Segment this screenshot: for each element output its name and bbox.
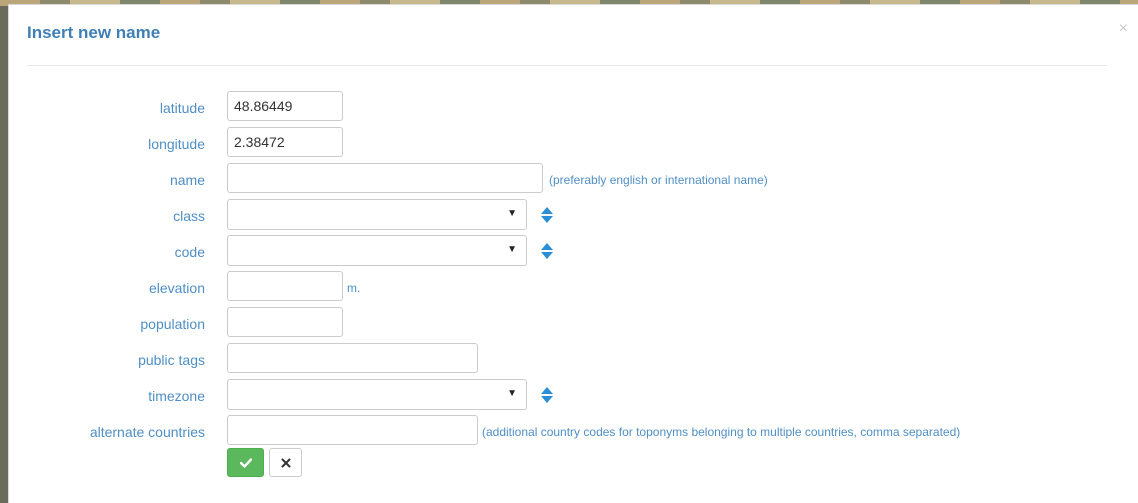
class-select[interactable]: ▼: [227, 199, 527, 230]
timezone-label: timezone: [148, 388, 205, 404]
close-button[interactable]: ×: [1119, 21, 1128, 37]
caret-down-icon: ▼: [507, 388, 517, 399]
name-label: name: [169, 172, 205, 188]
code-select[interactable]: ▼: [227, 235, 527, 266]
save-button[interactable]: [227, 448, 264, 477]
sort-icon[interactable]: [541, 387, 553, 403]
class-label: class: [173, 208, 205, 224]
population-input[interactable]: [227, 307, 343, 337]
elevation-unit: m.: [347, 281, 361, 295]
elevation-input[interactable]: [227, 271, 343, 301]
code-label: code: [174, 244, 205, 260]
check-icon: [239, 457, 252, 468]
alternate-countries-input[interactable]: [227, 415, 478, 445]
alternate-countries-label: alternate countries: [89, 424, 205, 440]
name-input[interactable]: [227, 163, 543, 193]
sort-icon[interactable]: [541, 207, 553, 223]
latitude-input[interactable]: [227, 91, 343, 121]
name-hint: (preferably english or international nam…: [549, 173, 768, 187]
close-icon: [281, 458, 290, 467]
latitude-label: latitude: [159, 100, 205, 116]
population-label: population: [140, 316, 205, 332]
cancel-button[interactable]: [269, 448, 302, 477]
header-divider: [27, 65, 1107, 66]
insert-name-dialog: Insert new name × latitude longitude nam…: [8, 4, 1138, 503]
public-tags-label: public tags: [138, 352, 205, 368]
caret-down-icon: ▼: [507, 208, 517, 219]
alternate-countries-hint: (additional country codes for toponyms b…: [482, 425, 961, 439]
public-tags-input[interactable]: [227, 343, 478, 373]
timezone-select[interactable]: ▼: [227, 379, 527, 410]
caret-down-icon: ▼: [507, 244, 517, 255]
longitude-label: longitude: [148, 136, 205, 152]
longitude-input[interactable]: [227, 127, 343, 157]
dialog-title: Insert new name: [27, 23, 161, 42]
elevation-label: elevation: [148, 280, 205, 296]
sort-icon[interactable]: [541, 243, 553, 259]
